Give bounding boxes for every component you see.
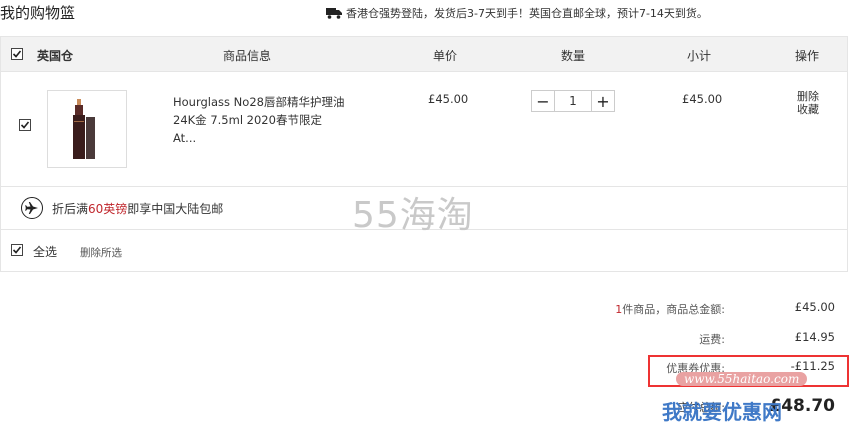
quantity-stepper: − 1 + bbox=[531, 90, 615, 112]
delete-link[interactable]: 删除 bbox=[797, 90, 819, 103]
item-subtotal: £45.00 bbox=[682, 92, 723, 106]
promo-threshold: 60英镑 bbox=[88, 202, 128, 216]
shipping-promo-text: 折后满60英镑即享中国大陆包邮 bbox=[52, 200, 223, 217]
watermark-url: www.55haitao.com bbox=[676, 372, 808, 386]
notice-text: 香港仓强势登陆，发货后3-7天到手！英国仓直邮全球，预计7-14天到货。 bbox=[346, 7, 708, 20]
shipping-value: £14.95 bbox=[794, 330, 835, 344]
goods-total-value: £45.00 bbox=[794, 300, 835, 314]
check-icon bbox=[12, 246, 22, 254]
promo-prefix: 折后满 bbox=[52, 202, 89, 216]
favorite-link[interactable]: 收藏 bbox=[797, 103, 819, 116]
item-actions: 删除 收藏 bbox=[797, 90, 819, 116]
shipping-notice: 香港仓强势登陆，发货后3-7天到手！英国仓直邮全球，预计7-14天到货。 bbox=[326, 5, 708, 21]
select-warehouse-checkbox[interactable] bbox=[11, 48, 23, 60]
table-row: Hourglass No28唇部精华护理油 24K金 7.5ml 2020春节限… bbox=[1, 72, 847, 187]
product-name-link[interactable]: Hourglass No28唇部精华护理油 24K金 7.5ml 2020春节限… bbox=[173, 93, 345, 147]
increase-button[interactable]: + bbox=[592, 91, 614, 111]
lip-oil-bottle-icon bbox=[73, 99, 95, 159]
coupon-value: -£11.25 bbox=[790, 359, 835, 373]
table-header: 英国仓 商品信息 单价 数量 小计 操作 bbox=[1, 37, 847, 72]
item-checkbox[interactable] bbox=[19, 119, 31, 131]
col-subtotal: 小计 bbox=[687, 49, 712, 63]
check-icon bbox=[12, 50, 22, 58]
check-icon bbox=[20, 121, 30, 129]
quantity-input[interactable]: 1 bbox=[554, 91, 592, 111]
warehouse-label: 英国仓 bbox=[37, 49, 74, 63]
decrease-button[interactable]: − bbox=[532, 91, 554, 111]
col-quantity: 数量 bbox=[561, 49, 586, 63]
page-title: 我的购物篮 bbox=[0, 4, 76, 22]
delete-selected-link[interactable]: 删除所选 bbox=[80, 245, 122, 260]
col-unit-price: 单价 bbox=[433, 49, 458, 63]
goods-total-label: 件商品，商品总金额: bbox=[622, 303, 725, 316]
promo-suffix: 即享中国大陆包邮 bbox=[127, 202, 224, 216]
col-product-info: 商品信息 bbox=[223, 49, 272, 63]
watermark-slogan: 我就要优惠网 bbox=[662, 400, 782, 424]
watermark-55haitao: 55海淘 bbox=[352, 195, 474, 236]
airplane-icon bbox=[21, 197, 43, 219]
select-all-checkbox[interactable] bbox=[11, 244, 23, 256]
select-all-label[interactable]: 全选 bbox=[33, 243, 57, 260]
col-actions: 操作 bbox=[795, 49, 820, 63]
truck-icon bbox=[326, 8, 342, 19]
unit-price: £45.00 bbox=[428, 92, 469, 106]
shipping-label-text: 运费: bbox=[699, 333, 725, 346]
product-thumbnail[interactable] bbox=[47, 90, 127, 168]
